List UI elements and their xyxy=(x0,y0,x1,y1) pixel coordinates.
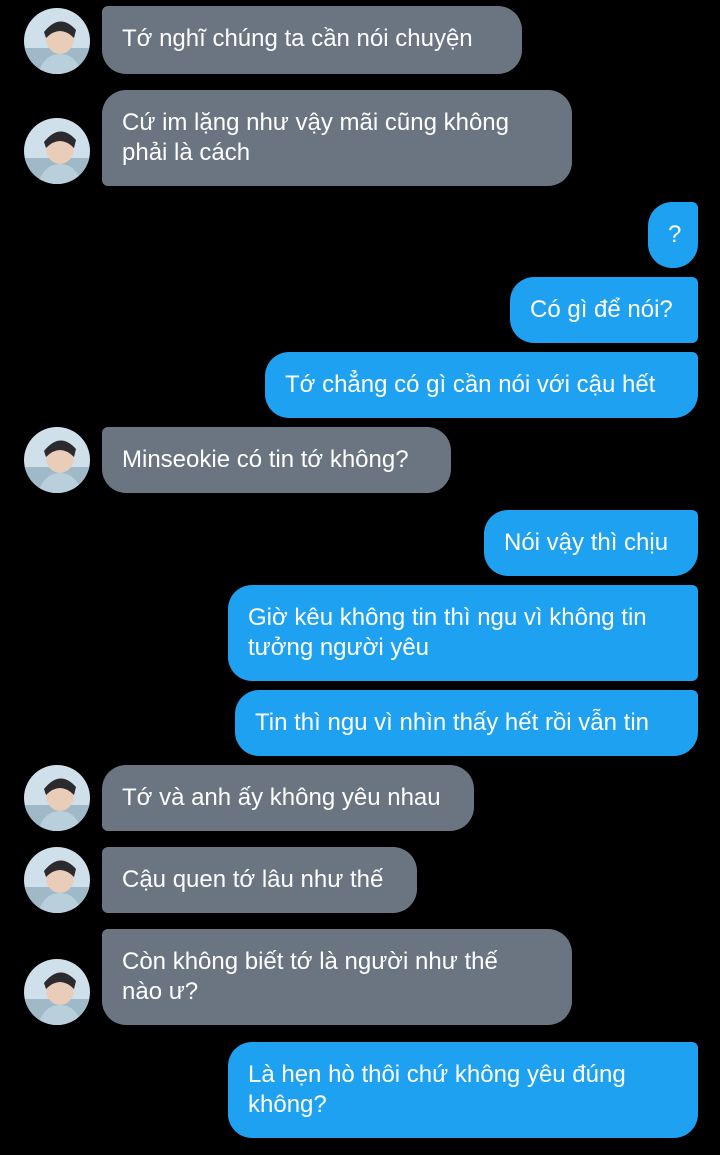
message-row-incoming: Minseokie có tin tớ không? xyxy=(0,427,720,493)
outgoing-message-bubble[interactable]: Tin thì ngu vì nhìn thấy hết rồi vẫn tin xyxy=(235,690,698,756)
contact-avatar[interactable] xyxy=(24,765,90,831)
incoming-message-bubble[interactable]: Còn không biết tớ là người như thế nào ư… xyxy=(102,929,572,1025)
message-row-outgoing: Tin thì ngu vì nhìn thấy hết rồi vẫn tin xyxy=(0,690,720,756)
outgoing-message-bubble[interactable]: Nói vậy thì chịu xyxy=(484,510,698,576)
outgoing-message-bubble[interactable]: Là hẹn hò thôi chứ không yêu đúng không? xyxy=(228,1042,698,1138)
message-row-incoming: Còn không biết tớ là người như thế nào ư… xyxy=(0,929,720,1025)
message-row-outgoing: Tớ chẳng có gì cần nói với cậu hết xyxy=(0,352,720,418)
contact-avatar[interactable] xyxy=(24,118,90,184)
incoming-message-bubble[interactable]: Cậu quen tớ lâu như thế xyxy=(102,847,417,913)
avatar-photo-icon xyxy=(24,847,90,913)
contact-avatar[interactable] xyxy=(24,8,90,74)
outgoing-message-bubble[interactable]: Có gì để nói? xyxy=(510,277,698,343)
message-row-incoming: Tớ và anh ấy không yêu nhau xyxy=(0,765,720,831)
message-row-outgoing: Có gì để nói? xyxy=(0,277,720,343)
avatar-photo-icon xyxy=(24,8,90,74)
outgoing-message-bubble[interactable]: Tớ chẳng có gì cần nói với cậu hết xyxy=(265,352,698,418)
incoming-message-bubble[interactable]: Minseokie có tin tớ không? xyxy=(102,427,451,493)
incoming-message-bubble[interactable]: Cứ im lặng như vậy mãi cũng không phải l… xyxy=(102,90,572,186)
avatar-photo-icon xyxy=(24,427,90,493)
message-row-outgoing: Giờ kêu không tin thì ngu vì không tin t… xyxy=(0,585,720,681)
message-row-outgoing: ? xyxy=(0,202,720,268)
incoming-message-bubble[interactable]: Tớ và anh ấy không yêu nhau xyxy=(102,765,474,831)
contact-avatar[interactable] xyxy=(24,427,90,493)
message-row-incoming: Cậu quen tớ lâu như thế xyxy=(0,847,720,913)
outgoing-message-bubble[interactable]: Giờ kêu không tin thì ngu vì không tin t… xyxy=(228,585,698,681)
outgoing-message-bubble[interactable]: ? xyxy=(648,202,698,268)
message-row-outgoing: Nói vậy thì chịu xyxy=(0,510,720,576)
incoming-message-bubble[interactable]: Tớ nghĩ chúng ta cần nói chuyện xyxy=(102,6,522,74)
message-row-outgoing: Là hẹn hò thôi chứ không yêu đúng không? xyxy=(0,1042,720,1138)
avatar-photo-icon xyxy=(24,118,90,184)
message-row-incoming: Tớ nghĩ chúng ta cần nói chuyện xyxy=(0,6,720,74)
avatar-photo-icon xyxy=(24,765,90,831)
avatar-photo-icon xyxy=(24,959,90,1025)
message-row-incoming: Cứ im lặng như vậy mãi cũng không phải l… xyxy=(0,90,720,186)
contact-avatar[interactable] xyxy=(24,959,90,1025)
contact-avatar[interactable] xyxy=(24,847,90,913)
